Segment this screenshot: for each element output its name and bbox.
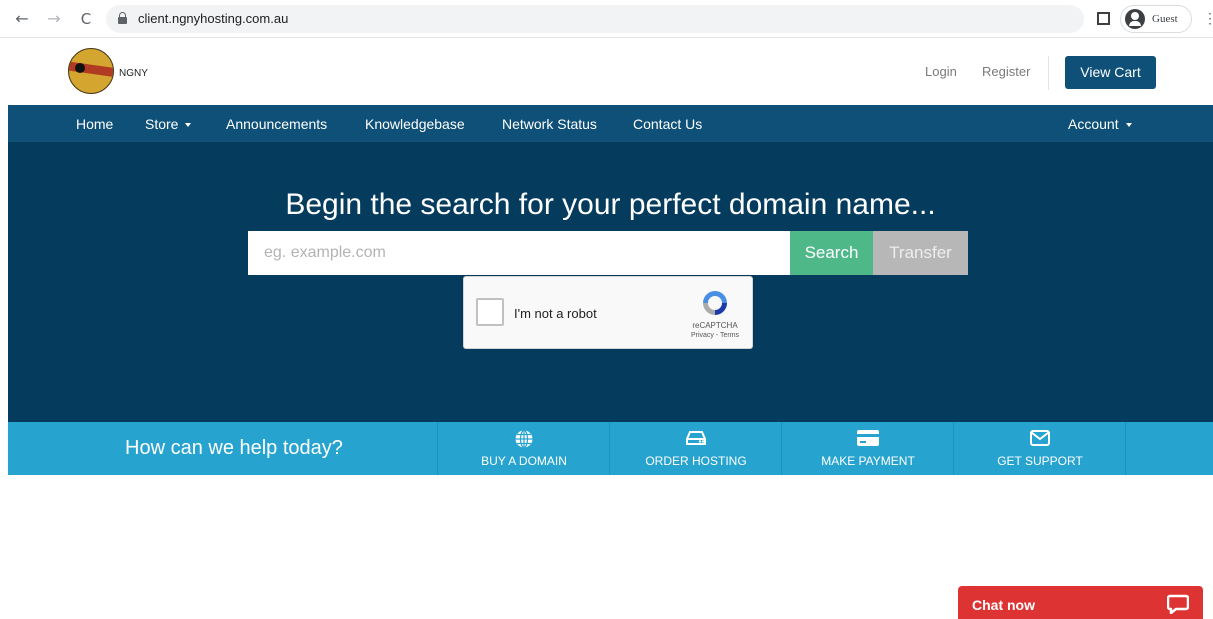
chevron-down-icon (1125, 123, 1132, 128)
domain-search-hero: Begin the search for your perfect domain… (8, 142, 1213, 422)
forward-arrow-icon[interactable]: → (44, 9, 64, 29)
chat-now-widget[interactable]: Chat now (958, 586, 1203, 619)
reload-icon[interactable]: C (76, 9, 96, 29)
chevron-down-icon (185, 123, 192, 128)
recaptcha-widget: I'm not a robot reCAPTCHA Privacy - Term… (463, 276, 753, 349)
browser-menu-icon[interactable]: ⋮ (1203, 10, 1213, 27)
help-title: How can we help today? (125, 437, 343, 459)
chat-label: Chat now (972, 597, 1035, 613)
nav-contact-us[interactable]: Contact Us (633, 116, 702, 132)
nav-knowledgebase[interactable]: Knowledgebase (365, 116, 465, 132)
site-header: NGNY Login Register View Cart (0, 38, 1213, 105)
order-hosting-label: ORDER HOSTING (645, 454, 747, 468)
nav-network-status[interactable]: Network Status (502, 116, 597, 132)
domain-search-input[interactable] (248, 231, 790, 275)
recaptcha-terms-link[interactable]: Privacy - Terms (682, 332, 748, 339)
view-cart-button[interactable]: View Cart (1065, 56, 1156, 89)
address-bar[interactable]: client.ngnyhosting.com.au (106, 5, 1084, 33)
tab-search-icon[interactable] (1097, 12, 1110, 25)
recaptcha-checkbox[interactable] (476, 298, 504, 326)
login-link[interactable]: Login (925, 64, 957, 79)
nav-announcements[interactable]: Announcements (226, 116, 327, 132)
nav-account-label: Account (1068, 116, 1119, 132)
back-arrow-icon[interactable]: ← (12, 9, 32, 29)
search-button[interactable]: Search (790, 231, 873, 275)
profile-label: Guest (1152, 13, 1178, 25)
credit-card-icon (782, 429, 954, 452)
nav-store-label: Store (145, 116, 179, 132)
hero-title: Begin the search for your perfect domain… (285, 188, 936, 221)
nav-home[interactable]: Home (76, 116, 113, 132)
get-support-label: GET SUPPORT (997, 454, 1083, 468)
lock-icon (118, 12, 127, 24)
logo-icon[interactable] (68, 48, 118, 94)
nav-account[interactable]: Account (1068, 116, 1132, 132)
browser-toolbar: ← → C client.ngnyhosting.com.au Guest ⋮ (0, 0, 1213, 38)
register-link[interactable]: Register (982, 64, 1030, 79)
transfer-button[interactable]: Transfer (873, 231, 968, 275)
header-divider (1048, 56, 1049, 90)
url-text[interactable]: client.ngnyhosting.com.au (138, 11, 288, 26)
recaptcha-brand: reCAPTCHA (692, 321, 738, 330)
help-bar-divider (1125, 422, 1126, 475)
make-payment-label: MAKE PAYMENT (821, 454, 915, 468)
order-hosting-link[interactable]: ORDER HOSTING (609, 422, 781, 475)
main-nav: Home Store Announcements Knowledgebase N… (8, 105, 1213, 142)
get-support-link[interactable]: GET SUPPORT (953, 422, 1125, 475)
speech-bubble-icon (1166, 594, 1190, 619)
buy-domain-label: BUY A DOMAIN (481, 454, 567, 468)
envelope-icon (954, 429, 1126, 452)
help-bar: How can we help today? BUY A DOMAIN ORDE… (8, 422, 1213, 475)
buy-domain-link[interactable]: BUY A DOMAIN (437, 422, 609, 475)
hard-drive-icon (610, 429, 782, 452)
make-payment-link[interactable]: MAKE PAYMENT (781, 422, 953, 475)
logo-text[interactable]: NGNY (119, 68, 148, 79)
globe-icon (438, 429, 610, 454)
profile-button[interactable]: Guest (1120, 5, 1192, 33)
recaptcha-logo-icon (703, 291, 727, 315)
profile-avatar-icon (1125, 9, 1145, 29)
recaptcha-label: I'm not a robot (514, 306, 597, 321)
nav-store[interactable]: Store (145, 116, 192, 132)
